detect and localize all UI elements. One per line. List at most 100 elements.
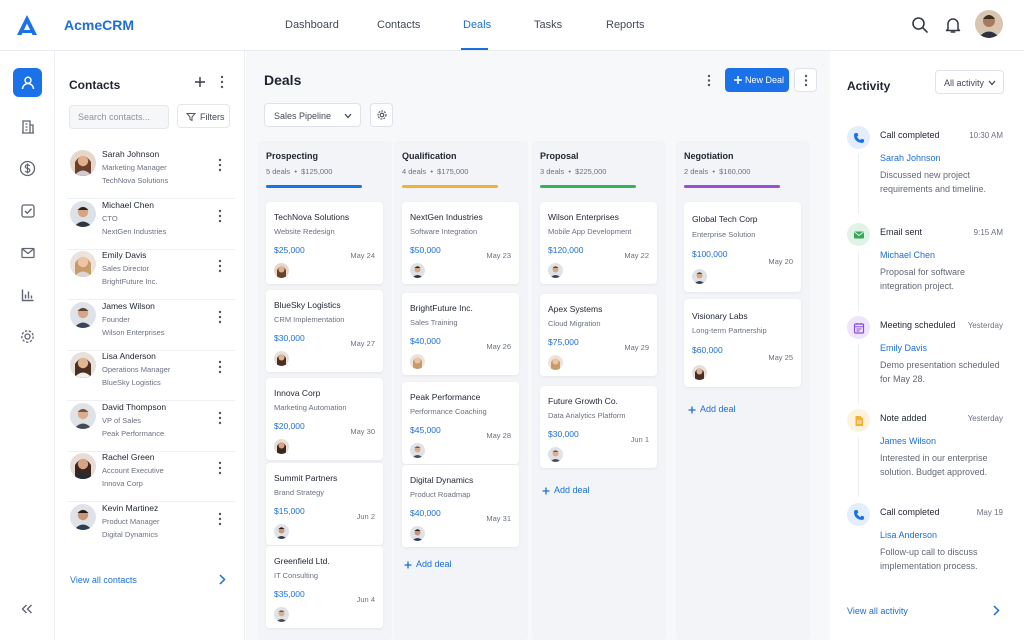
bell-icon[interactable]: [944, 16, 962, 34]
contact-item[interactable]: David Thompson VP of Sales Peak Performa…: [67, 402, 235, 452]
contact-more-icon[interactable]: [218, 512, 222, 526]
deal-card[interactable]: Summit Partners Brand Strategy $15,000 J…: [266, 463, 383, 545]
rail-deals-button[interactable]: [13, 154, 42, 183]
nav-contacts[interactable]: Contacts: [377, 19, 420, 31]
deal-company: Future Growth Co.: [548, 396, 618, 406]
nav-deals[interactable]: Deals: [463, 19, 491, 31]
add-deal-link[interactable]: Add deal: [554, 485, 590, 495]
contacts-more-icon[interactable]: [220, 75, 224, 89]
activity-time: Yesterday: [967, 414, 1003, 423]
activity-item[interactable]: Call completed May 19 Lisa Anderson Foll…: [847, 503, 1013, 597]
activity-description: Follow-up call to discuss implementation…: [880, 547, 978, 571]
deal-card[interactable]: Apex Systems Cloud Migration $75,000 May…: [540, 294, 657, 376]
board-options-button[interactable]: [794, 68, 817, 92]
rail-companies-button[interactable]: [13, 112, 42, 141]
view-all-contacts-link[interactable]: View all contacts: [70, 575, 137, 585]
user-avatar[interactable]: [975, 10, 1003, 38]
deal-owner-avatar: [274, 351, 289, 366]
deal-card[interactable]: BrightFuture Inc. Sales Training $40,000…: [402, 293, 519, 375]
activity-filter-select[interactable]: All activity: [935, 70, 1004, 94]
filters-button[interactable]: Filters: [177, 104, 230, 128]
deals-more-button[interactable]: [697, 68, 720, 92]
contact-avatar: [70, 352, 96, 378]
rail-contacts-button[interactable]: [13, 68, 42, 97]
deal-card[interactable]: NextGen Industries Software Integration …: [402, 202, 519, 284]
column-title: Qualification: [402, 151, 457, 161]
collapse-icon[interactable]: [20, 602, 34, 616]
rail-reports-button[interactable]: [13, 280, 42, 309]
deal-value: $25,000: [274, 245, 305, 255]
column-meta: 5 deals • $125,000: [266, 167, 333, 176]
contact-item[interactable]: Sarah Johnson Marketing Manager TechNova…: [67, 149, 235, 199]
new-deal-label: New Deal: [745, 75, 785, 85]
search-contacts-input[interactable]: Search contacts...: [69, 105, 169, 129]
chevron-right-icon[interactable]: [992, 605, 1000, 616]
deal-date: Jun 2: [356, 512, 375, 521]
add-contact-icon[interactable]: [194, 76, 206, 88]
contact-more-icon[interactable]: [218, 158, 222, 172]
activity-item[interactable]: Email sent 9:15 AM Michael Chen Proposal…: [847, 223, 1013, 317]
contact-more-icon[interactable]: [218, 259, 222, 273]
add-deal-link[interactable]: Add deal: [700, 404, 736, 414]
contact-more-icon[interactable]: [218, 209, 222, 223]
deal-value: $20,000: [274, 421, 305, 431]
activity-type: Note added: [880, 413, 927, 423]
pipeline-select[interactable]: Sales Pipeline: [264, 103, 361, 127]
rail-mail-button[interactable]: [13, 238, 42, 267]
column-count: 4 deals: [402, 167, 427, 176]
plus-icon: [542, 487, 550, 495]
deal-card[interactable]: Greenfield Ltd. IT Consulting $35,000 Ju…: [266, 546, 383, 628]
contact-item[interactable]: Lisa Anderson Operations Manager BlueSky…: [67, 351, 235, 401]
deal-card[interactable]: Wilson Enterprises Mobile App Developmen…: [540, 202, 657, 284]
rail-settings-button[interactable]: [13, 322, 42, 351]
contact-more-icon[interactable]: [218, 310, 222, 324]
rail-tasks-button[interactable]: [13, 196, 42, 225]
contact-more-icon[interactable]: [218, 461, 222, 475]
contact-item[interactable]: James Wilson Founder Wilson Enterprises: [67, 301, 235, 351]
activity-person[interactable]: Lisa Anderson: [880, 530, 937, 540]
contact-more-icon[interactable]: [218, 360, 222, 374]
activity-type: Call completed: [880, 507, 940, 517]
activity-person[interactable]: Sarah Johnson: [880, 153, 941, 163]
deal-card[interactable]: Digital Dynamics Product Roadmap $40,000…: [402, 465, 519, 547]
nav-reports[interactable]: Reports: [606, 19, 645, 31]
deal-date: May 26: [486, 342, 511, 351]
deal-card[interactable]: Peak Performance Performance Coaching $4…: [402, 382, 519, 464]
contact-role: Account Executive: [102, 466, 164, 475]
activity-item[interactable]: Note added Yesterday James Wilson Intere…: [847, 409, 1013, 503]
plus-icon: [404, 561, 412, 569]
contact-role: CTO: [102, 214, 118, 223]
deal-card[interactable]: TechNova Solutions Website Redesign $25,…: [266, 202, 383, 284]
contact-company: BrightFuture Inc.: [102, 277, 158, 286]
activity-item[interactable]: Call completed 10:30 AM Sarah Johnson Di…: [847, 126, 1013, 220]
pipeline-settings-button[interactable]: [370, 103, 393, 127]
deal-card[interactable]: Innova Corp Marketing Automation $20,000…: [266, 378, 383, 460]
contact-more-icon[interactable]: [218, 411, 222, 425]
activity-person[interactable]: James Wilson: [880, 436, 936, 446]
view-all-activity-link[interactable]: View all activity: [847, 606, 908, 616]
building-icon: [21, 119, 34, 134]
new-deal-button[interactable]: New Deal: [725, 68, 789, 92]
contact-item[interactable]: Emily Davis Sales Director BrightFuture …: [67, 250, 235, 300]
nav-tasks[interactable]: Tasks: [534, 19, 562, 31]
activity-person[interactable]: Michael Chen: [880, 250, 935, 260]
deal-card[interactable]: Visionary Labs Long-term Partnership $60…: [684, 299, 801, 387]
chevron-right-icon[interactable]: [218, 574, 226, 585]
search-icon[interactable]: [911, 16, 929, 34]
nav-dashboard[interactable]: Dashboard: [285, 19, 339, 31]
activity-item[interactable]: Meeting scheduled Yesterday Emily Davis …: [847, 316, 1013, 410]
activity-person[interactable]: Emily Davis: [880, 343, 927, 353]
activity-icon-wrap: [847, 409, 870, 432]
contact-role: Marketing Manager: [102, 163, 167, 172]
deal-card[interactable]: Future Growth Co. Data Analytics Platfor…: [540, 386, 657, 468]
deal-card[interactable]: BlueSky Logistics CRM Implementation $30…: [266, 290, 383, 372]
deal-date: May 20: [768, 257, 793, 266]
contact-item[interactable]: Michael Chen CTO NextGen Industries: [67, 200, 235, 250]
timeline-line: [858, 437, 859, 497]
deal-card[interactable]: Global Tech Corp Enterprise Solution $10…: [684, 202, 801, 292]
add-deal-link[interactable]: Add deal: [416, 559, 452, 569]
contact-item[interactable]: Rachel Green Account Executive Innova Co…: [67, 452, 235, 502]
deal-product: Product Roadmap: [410, 490, 471, 499]
contact-item[interactable]: Kevin Martinez Product Manager Digital D…: [67, 503, 235, 553]
deal-date: May 29: [624, 343, 649, 352]
